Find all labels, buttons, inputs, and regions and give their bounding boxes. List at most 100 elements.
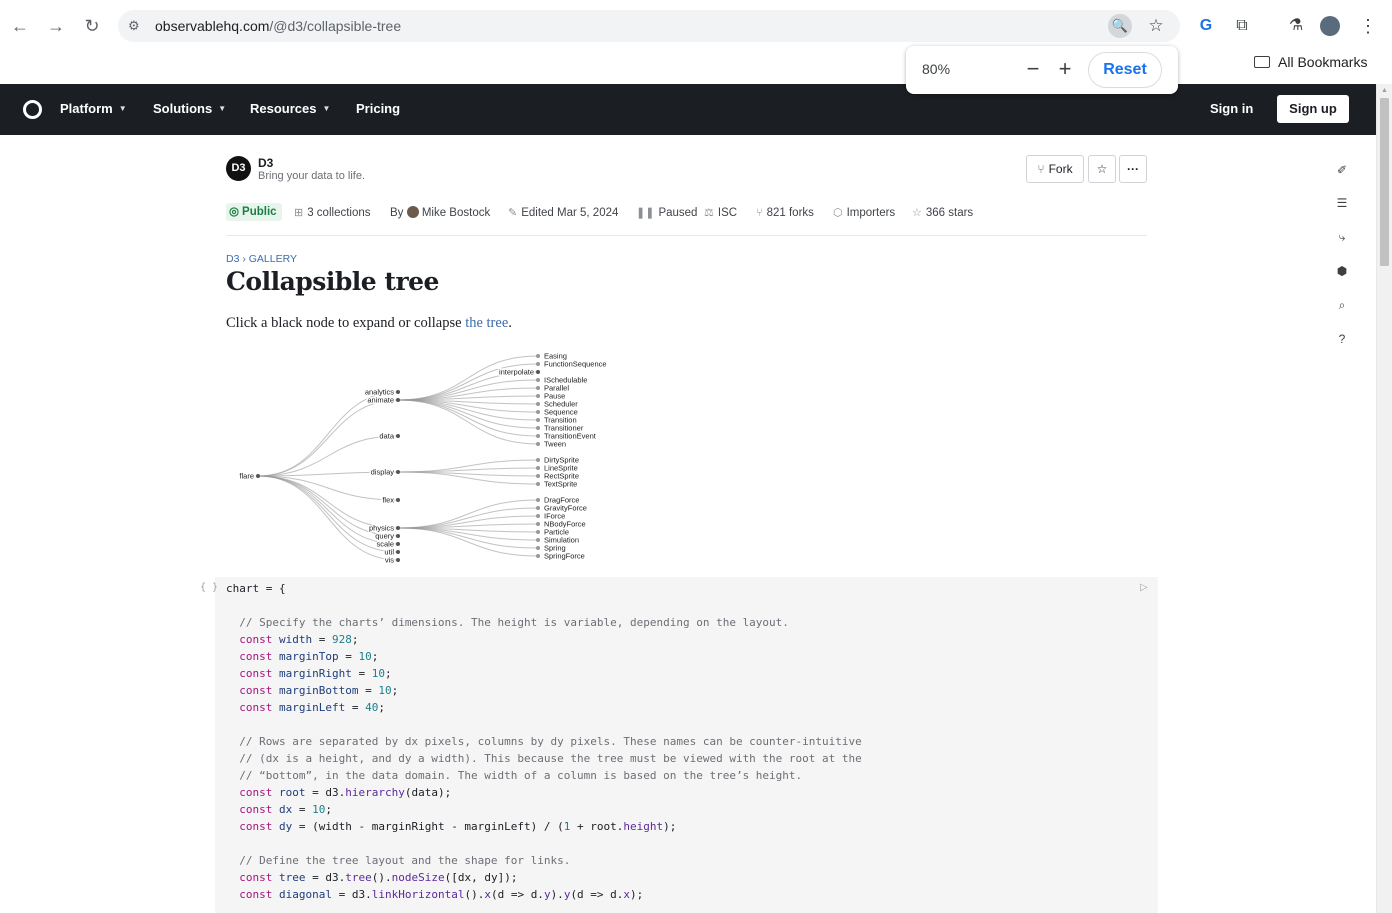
database-icon[interactable]: ☰ — [1332, 193, 1352, 213]
star-outline-icon: ☆ — [912, 207, 922, 219]
intro-text: Click a black node to expand or collapse… — [226, 315, 512, 331]
tree-node-label: Tween — [544, 440, 566, 449]
package-icon[interactable]: ⬢ — [1332, 261, 1352, 281]
tree-node[interactable] — [536, 370, 540, 374]
address-bar[interactable]: ⚙ observablehq.com/@d3/collapsible-tree … — [118, 10, 1180, 42]
dependency-icon[interactable]: ⤷ — [1332, 227, 1352, 247]
code-line[interactable] — [226, 835, 862, 852]
collapsible-tree-chart[interactable]: flareanalyticsanimatedatadisplayflexphys… — [226, 345, 646, 570]
chevron-down-icon: ▼ — [118, 104, 127, 113]
code-line[interactable]: // (dx is a height, and dy a width). Thi… — [226, 750, 862, 767]
tree-node — [536, 362, 540, 366]
tree-node-label: display — [371, 468, 395, 477]
forks-link[interactable]: ⑂ 821 forks — [756, 205, 814, 221]
collections-link[interactable]: ⊞ 3 collections — [294, 205, 371, 221]
code-line[interactable]: const dx = 10; — [226, 801, 862, 818]
tree-node[interactable] — [396, 542, 400, 546]
tree-node[interactable] — [256, 474, 260, 478]
tree-node — [536, 434, 540, 438]
author-avatar[interactable]: D3 — [226, 156, 251, 181]
translate-icon[interactable]: G — [1194, 14, 1218, 38]
run-cell-icon[interactable]: ▷ — [1140, 582, 1148, 593]
code-editor[interactable]: chart = { // Specify the charts’ dimensi… — [226, 580, 862, 903]
star-button[interactable]: ☆ — [1088, 155, 1116, 183]
tree-node[interactable] — [396, 558, 400, 562]
sign-up-button[interactable]: Sign up — [1277, 95, 1349, 123]
author-mini-avatar — [406, 206, 419, 218]
tree-node[interactable] — [396, 470, 400, 474]
nav-pricing[interactable]: Pricing — [356, 101, 400, 116]
nav-solutions[interactable]: Solutions ▼ — [153, 101, 226, 116]
url-text[interactable]: observablehq.com/@d3/collapsible-tree — [155, 18, 401, 34]
code-line[interactable] — [226, 597, 862, 614]
tree-node[interactable] — [396, 434, 400, 438]
zoom-out-button[interactable]: − — [1022, 54, 1044, 86]
site-info-icon[interactable]: ⚙ — [128, 18, 144, 34]
forward-arrow-icon[interactable]: → — [44, 14, 68, 38]
code-line[interactable]: const marginBottom = 10; — [226, 682, 862, 699]
tree-link — [397, 467, 539, 473]
code-line[interactable]: chart = { — [226, 580, 862, 597]
code-line[interactable]: // Define the tree layout and the shape … — [226, 852, 862, 869]
tree-link — [397, 399, 539, 437]
page-scrollbar[interactable]: ▲ — [1376, 84, 1392, 913]
zoom-reset-button[interactable]: Reset — [1088, 52, 1162, 88]
license-link[interactable]: ⚖ ISC — [704, 205, 737, 221]
reload-icon[interactable]: ↻ — [80, 14, 104, 38]
author-tagline: Bring your data to life. — [258, 170, 366, 182]
chevron-down-icon: ▼ — [322, 104, 331, 113]
code-line[interactable]: // Rows are separated by dx pixels, colu… — [226, 733, 862, 750]
observable-logo[interactable] — [23, 100, 42, 119]
tree-node[interactable] — [396, 534, 400, 538]
browser-menu-icon[interactable]: ⋮ — [1356, 14, 1380, 38]
importers-link[interactable]: ⬡ Importers — [833, 205, 895, 221]
tree-node[interactable] — [396, 390, 400, 394]
breadcrumb[interactable]: D3 › GALLERY — [226, 253, 297, 265]
stars-link[interactable]: ☆ 366 stars — [912, 205, 973, 221]
help-icon[interactable]: ? — [1332, 329, 1352, 349]
tree-node[interactable] — [396, 550, 400, 554]
fork-icon: ⑂ — [756, 207, 763, 219]
back-arrow-icon[interactable]: ← — [8, 14, 32, 38]
tree-link — [397, 355, 539, 401]
code-line[interactable]: const marginRight = 10; — [226, 665, 862, 682]
search-icon[interactable]: ⌕ — [1332, 295, 1352, 315]
code-line[interactable]: const root = d3.hierarchy(data); — [226, 784, 862, 801]
edited-date[interactable]: ✎ Edited Mar 5, 2024 — [508, 205, 618, 221]
all-bookmarks-button[interactable]: All Bookmarks — [1254, 54, 1367, 76]
fork-button[interactable]: ⑂ Fork — [1026, 155, 1084, 183]
tree-node — [536, 378, 540, 382]
scrollbar-thumb[interactable] — [1380, 98, 1389, 266]
visibility-badge[interactable]: ◎ Public — [226, 203, 282, 221]
bookmark-star-icon[interactable]: ☆ — [1144, 14, 1168, 38]
extensions-icon[interactable]: ⧉ — [1230, 14, 1254, 38]
chevron-down-icon: ▼ — [218, 104, 227, 113]
tree-node[interactable] — [396, 498, 400, 502]
zoom-in-button[interactable]: + — [1054, 54, 1076, 86]
code-line[interactable]: const marginLeft = 40; — [226, 699, 862, 716]
code-line[interactable]: const width = 928; — [226, 631, 862, 648]
author-name[interactable]: D3 — [258, 156, 273, 170]
nav-resources[interactable]: Resources ▼ — [250, 101, 330, 116]
author-credit[interactable]: By Mike Bostock — [390, 205, 490, 221]
nav-platform[interactable]: Platform ▼ — [60, 101, 127, 116]
runtime-status[interactable]: ❚❚ Paused — [636, 205, 697, 221]
paperclip-icon[interactable]: ✐ — [1332, 160, 1352, 180]
scroll-up-icon[interactable]: ▲ — [1381, 87, 1388, 94]
profile-avatar[interactable] — [1320, 16, 1340, 36]
code-line[interactable]: const marginTop = 10; — [226, 648, 862, 665]
code-line[interactable]: const tree = d3.tree().nodeSize([dx, dy]… — [226, 869, 862, 886]
code-line[interactable]: // “bottom”, in the data domain. The wid… — [226, 767, 862, 784]
code-line[interactable]: const dy = (width - marginRight - margin… — [226, 818, 862, 835]
code-line[interactable] — [226, 716, 862, 733]
code-line[interactable]: const diagonal = d3.linkHorizontal().x(d… — [226, 886, 862, 903]
tree-node[interactable] — [396, 526, 400, 530]
sign-in-link[interactable]: Sign in — [1210, 101, 1253, 116]
more-options-button[interactable]: ··· — [1119, 155, 1147, 183]
the-tree-link[interactable]: the tree — [465, 315, 508, 331]
labs-flask-icon[interactable]: ⚗ — [1284, 14, 1308, 38]
zoom-icon[interactable]: 🔍 — [1108, 14, 1132, 38]
tree-node[interactable] — [396, 398, 400, 402]
cell-menu-icon[interactable]: { } — [200, 582, 218, 593]
code-line[interactable]: // Specify the charts’ dimensions. The h… — [226, 614, 862, 631]
